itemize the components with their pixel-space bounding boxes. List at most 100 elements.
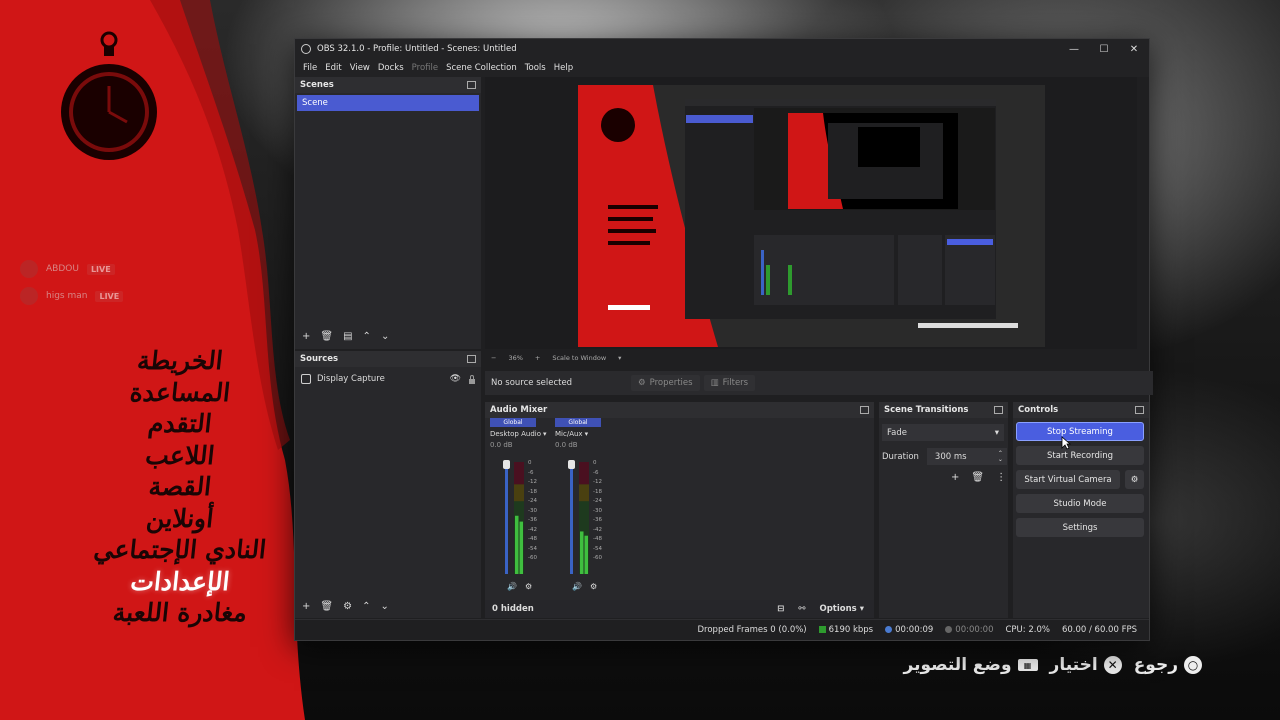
add-transition-icon[interactable]: + [951, 472, 959, 483]
maximize-button[interactable]: ☐ [1089, 44, 1119, 55]
filters-button[interactable]: ▥ Filters [703, 375, 756, 391]
dropped-frames: Dropped Frames 0 (0.0%) [697, 625, 807, 635]
button-hints: ○ رجوع ✕ اختيار ▦ وضع التصوير [904, 655, 1202, 675]
hint-label: اختيار [1049, 655, 1098, 675]
scale-mode[interactable]: Scale to Window [552, 354, 606, 362]
studio-mode-button[interactable]: Studio Mode [1016, 494, 1144, 513]
move-down-icon[interactable]: ⌄ [381, 332, 389, 342]
menu-tools[interactable]: Tools [521, 63, 550, 73]
signal-bars-icon [818, 626, 826, 633]
menu-profile[interactable]: Profile [408, 63, 442, 73]
source-properties-icon[interactable]: ⚙ [343, 602, 352, 612]
speaker-icon[interactable]: 🔊 [507, 582, 517, 591]
sources-toolbar: + 🗑 ⚙ ⌃ ⌄ [295, 599, 481, 615]
more-options-icon[interactable]: ⋮ [996, 472, 1006, 483]
zoom-in-icon[interactable]: + [535, 354, 540, 362]
zoom-out-icon[interactable]: − [491, 354, 496, 362]
source-item[interactable]: Display Capture 👁 [295, 371, 481, 387]
remove-transition-icon[interactable]: 🗑 [971, 472, 984, 483]
scene-item[interactable]: Scene [297, 95, 479, 111]
remove-source-icon[interactable]: 🗑 [320, 602, 333, 612]
stop-streaming-button[interactable]: Stop Streaming [1016, 422, 1144, 441]
channel-badge: Global [555, 418, 601, 427]
menu-item-quit-game[interactable]: مغادرة اللعبة [58, 597, 301, 629]
scene-filters-icon[interactable]: ▤ [343, 332, 352, 342]
properties-button[interactable]: ⚙ Properties [631, 375, 700, 391]
menu-view[interactable]: View [346, 63, 374, 73]
menu-help[interactable]: Help [550, 63, 577, 73]
close-button[interactable]: ✕ [1119, 44, 1149, 55]
speaker-icon[interactable]: 🔊 [572, 582, 582, 591]
undock-icon[interactable] [994, 406, 1003, 414]
menu-item-story[interactable]: القصة [58, 471, 301, 503]
source-toolbar: No source selected ⚙ Properties ▥ Filters [485, 371, 1153, 395]
channel-name-dropdown[interactable]: Desktop Audio ▾ [490, 430, 547, 438]
move-down-icon[interactable]: ⌄ [380, 602, 388, 612]
menu-item-player[interactable]: اللاعب [58, 440, 301, 472]
obs-logo-icon [301, 44, 311, 54]
channel-settings-icon[interactable]: ⚙ [525, 582, 532, 591]
hint-back[interactable]: ○ رجوع [1134, 655, 1202, 675]
preview-area[interactable] [485, 77, 1137, 349]
menu-item-map[interactable]: الخريطة [58, 345, 301, 377]
remove-scene-icon[interactable]: 🗑 [320, 332, 333, 342]
virtual-camera-settings-button[interactable]: ⚙ [1125, 470, 1144, 489]
menu-scene-collection[interactable]: Scene Collection [442, 63, 521, 73]
volume-fader[interactable] [570, 462, 573, 574]
filters-label: Filters [722, 378, 749, 388]
advanced-audio-icon[interactable]: ⚯ [798, 604, 805, 614]
stream-timer: 00:00:09 [885, 625, 933, 635]
bitrate-indicator: 6190 kbps [818, 625, 873, 635]
menu-item-progress[interactable]: التقدم [58, 408, 301, 440]
preview-canvas [578, 85, 1045, 347]
volume-fader-knob[interactable] [568, 460, 575, 469]
menu-item-online[interactable]: أونلاين [58, 503, 301, 535]
pocket-watch-icon [61, 31, 157, 160]
move-up-icon[interactable]: ⌃ [363, 332, 371, 342]
menu-item-social-club[interactable]: النادي الإجتماعي [58, 534, 301, 566]
layout-toggle-icon[interactable]: ⊟ [777, 604, 784, 614]
duration-row: Duration 300 ms ⌃ ⌄ [882, 448, 1007, 465]
add-source-icon[interactable]: + [302, 602, 310, 612]
undock-icon[interactable] [860, 406, 869, 414]
scenes-toolbar: + 🗑 ▤ ⌃ ⌄ [295, 329, 481, 345]
meter-red-zone [514, 462, 524, 485]
lock-icon[interactable] [469, 374, 475, 384]
start-virtual-camera-button[interactable]: Start Virtual Camera [1016, 470, 1120, 489]
spin-arrows-icon[interactable]: ⌃ ⌄ [998, 450, 1003, 463]
start-recording-button[interactable]: Start Recording [1016, 446, 1144, 465]
visibility-eye-icon[interactable]: 👁 [450, 374, 461, 384]
meter-scale: 0 -6 -12 -18 -24 -30 -36 -42 -48 -54 -60 [593, 460, 602, 561]
hint-select[interactable]: ✕ اختيار [1050, 655, 1122, 675]
undock-icon[interactable] [467, 355, 476, 363]
duration-spinbox[interactable]: 300 ms ⌃ ⌄ [926, 448, 1007, 465]
channel-controls: 🔊 ⚙ [572, 582, 597, 591]
feed-entry: higs man LIVE [20, 287, 124, 305]
undock-icon[interactable] [467, 81, 476, 89]
channel-settings-icon[interactable]: ⚙ [590, 582, 597, 591]
undock-icon[interactable] [1135, 406, 1144, 414]
menu-file[interactable]: File [299, 63, 321, 73]
mixer-footer: 0 hidden ⊟ ⚯ Options ▾ [485, 600, 874, 618]
menu-item-settings[interactable]: الإعدادات [58, 566, 301, 598]
options-button[interactable]: Options ▾ [820, 604, 865, 614]
zoom-level: 36% [508, 354, 523, 362]
move-up-icon[interactable]: ⌃ [362, 602, 370, 612]
no-source-label: No source selected [491, 378, 573, 388]
menu-edit[interactable]: Edit [321, 63, 345, 73]
volume-fader-knob[interactable] [503, 460, 510, 469]
channel-name-dropdown[interactable]: Mic/Aux ▾ [555, 430, 601, 438]
volume-fader[interactable] [505, 462, 508, 574]
minimize-button[interactable]: — [1059, 44, 1089, 55]
settings-button[interactable]: Settings [1016, 518, 1144, 537]
add-scene-icon[interactable]: + [302, 332, 310, 342]
hint-photo-mode[interactable]: ▦ وضع التصوير [904, 655, 1038, 675]
scale-dropdown-icon[interactable]: ▾ [618, 354, 621, 362]
transition-select[interactable]: Fade ▾ [882, 424, 1004, 441]
feed-name: ABDOU [46, 264, 79, 274]
scenes-dock-header: Scenes [295, 77, 481, 93]
scene-transitions-title: Scene Transitions [884, 405, 969, 415]
menu-item-help[interactable]: المساعدة [58, 377, 301, 409]
menu-docks[interactable]: Docks [374, 63, 408, 73]
feed-avatar [20, 287, 38, 305]
